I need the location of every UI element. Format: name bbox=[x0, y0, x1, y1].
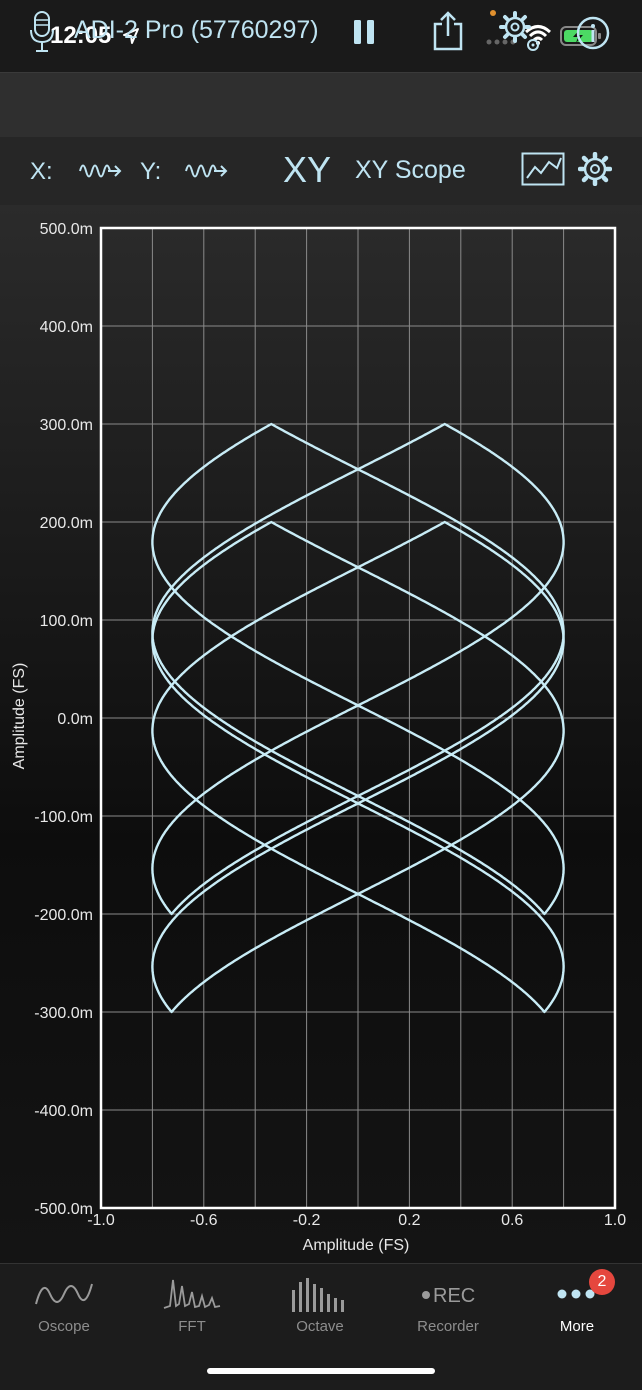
x-tick-label: 1.0 bbox=[604, 1212, 626, 1229]
y-tick-label: 300.0m bbox=[40, 417, 93, 434]
home-indicator bbox=[207, 1368, 435, 1374]
y-tick-label: 100.0m bbox=[40, 613, 93, 630]
tab-octave[interactable]: Octave bbox=[265, 1276, 375, 1346]
tab-more-label: More bbox=[559, 1318, 595, 1335]
x-tick-label: -0.6 bbox=[190, 1212, 218, 1229]
x-tick-label: 0.6 bbox=[501, 1212, 523, 1229]
tab-more[interactable]: More bbox=[522, 1276, 632, 1346]
y-tick-label: -500.0m bbox=[34, 1201, 93, 1218]
y-tick-label: -300.0m bbox=[34, 1005, 93, 1022]
tab-oscope-label: Oscope bbox=[38, 1318, 90, 1335]
y-tick-label: -400.0m bbox=[34, 1103, 93, 1120]
y-tick-label: 200.0m bbox=[40, 515, 93, 532]
x-tick-label: -1.0 bbox=[87, 1212, 115, 1229]
y-tick-label: 0.0m bbox=[57, 711, 93, 728]
y-axis-label: Amplitude (FS) bbox=[11, 663, 28, 770]
rec-icon: REC bbox=[422, 1285, 475, 1307]
y-tick-label: 500.0m bbox=[40, 221, 93, 238]
tab-fft-label: FFT bbox=[178, 1318, 206, 1335]
rec-icon-text: REC bbox=[433, 1285, 475, 1307]
y-tick-label: 400.0m bbox=[40, 319, 93, 336]
tab-recorder-label: Recorder bbox=[417, 1318, 479, 1335]
fft-spectrum-icon bbox=[163, 1279, 221, 1309]
tab-octave-label: Octave bbox=[296, 1318, 344, 1335]
notification-badge: 2 bbox=[589, 1269, 615, 1295]
octave-bars-icon bbox=[292, 1278, 344, 1312]
sine-wave-icon bbox=[35, 1283, 93, 1305]
xy-scope-chart: 500.0m 400.0m 300.0m 200.0m 100.0m 0.0m -100.0… bbox=[11, 221, 626, 1254]
x-tick-label: 0.2 bbox=[398, 1212, 420, 1229]
tab-recorder[interactable]: REC Recorder bbox=[393, 1276, 503, 1346]
tab-fft[interactable]: FFT bbox=[137, 1276, 247, 1346]
y-tick-label: -200.0m bbox=[34, 907, 93, 924]
tab-oscope[interactable]: Oscope bbox=[9, 1276, 119, 1346]
x-tick-label: -0.2 bbox=[293, 1212, 321, 1229]
x-axis-label: Amplitude (FS) bbox=[303, 1237, 410, 1254]
y-tick-label: -100.0m bbox=[34, 809, 93, 826]
